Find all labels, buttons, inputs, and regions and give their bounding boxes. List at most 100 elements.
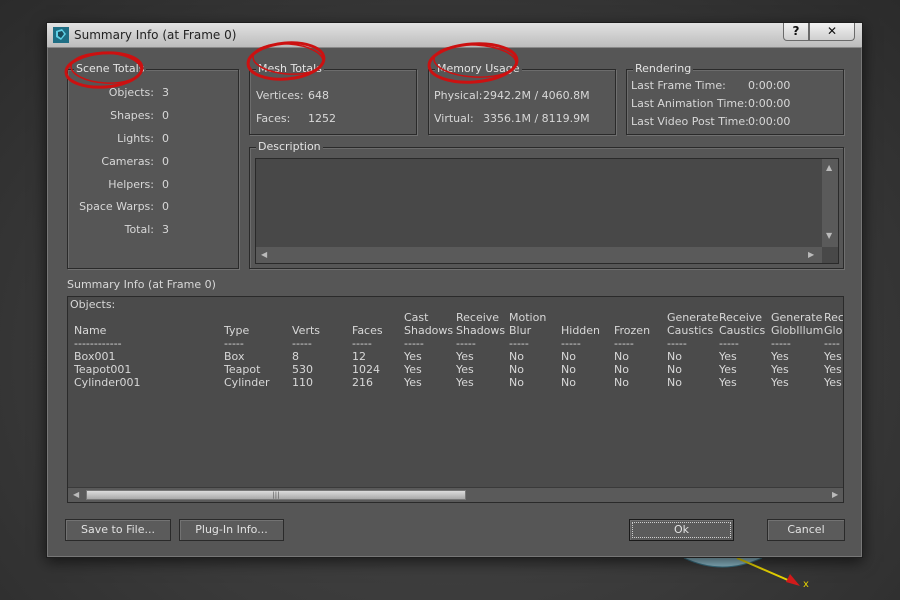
space-warps-value: 0 [162,200,169,213]
report-scroll-right-arrow-icon[interactable]: ▶ [832,490,838,499]
lights-value: 0 [162,132,169,145]
report-cell: 110 [292,376,313,389]
report-cell: No [561,376,576,389]
report-column-header: Generate Caustics [667,311,719,337]
report-column-header: Verts [292,324,321,337]
report-cell: 1024 [352,363,380,376]
report-column-header: Receive Shadows [456,311,506,337]
shapes-value: 0 [162,109,169,122]
last-frame-time-label: Last Frame Time: [631,79,726,92]
report-column-separator: ----- [224,337,244,350]
thumb-grip: ||| [272,491,280,499]
summary-info-dialog: Summary Info (at Frame 0) ? ✕ Scene Tota… [46,22,863,558]
save-to-file-button[interactable]: Save to File... [65,519,171,541]
report-cell: No [667,376,682,389]
helpers-label: Helpers: [108,178,154,191]
report-cell: Yes [824,376,842,389]
report-column-separator: ----- [667,337,687,350]
report-column-header: Cast Shadows [404,311,454,337]
report-cell: No [614,350,629,363]
report-cell: Yes [771,350,789,363]
description-title: Description [256,140,323,153]
helpers-value: 0 [162,178,169,191]
report-cell: No [561,363,576,376]
report-cell: Yes [719,376,737,389]
faces-value: 1252 [308,112,336,125]
scroll-left-arrow-icon[interactable]: ◀ [261,250,267,259]
report-column-header: Generate GlobIllum [771,311,824,337]
report-section-label: Summary Info (at Frame 0) [67,278,216,291]
report-column-separator: ----- [292,337,312,350]
summary-report-textbox[interactable]: Objects: Name ------------ Box001 Teapot001… [67,296,844,503]
rendering-title: Rendering [633,62,694,75]
objects-heading: Objects: [70,298,116,311]
last-frame-time-value: 0:00:00 [748,79,791,92]
title-bar[interactable]: Summary Info (at Frame 0) ? ✕ [47,23,862,48]
report-cell: Yes [456,363,474,376]
report-cell: No [614,376,629,389]
faces-label: Faces: [256,112,291,125]
description-vertical-scrollbar[interactable]: ▲ ▼ [822,159,838,247]
report-cell: 8 [292,350,299,363]
close-button[interactable]: ✕ [809,23,855,41]
report-cell: Yes [771,376,789,389]
total-value: 3 [162,223,169,236]
objects-label: Objects: [108,86,154,99]
report-column-header: Frozen [614,324,651,337]
cancel-button[interactable]: Cancel [767,519,845,541]
space-warps-label: Space Warps: [79,200,154,213]
report-column-separator: ----- [561,337,581,350]
report-column-separator: ----- [404,337,424,350]
memory-usage-group: Memory Usage Physical: 2942.2M / 4060.8M… [428,62,616,135]
report-horizontal-scrollbar[interactable]: ◀ ||| ▶ [68,487,843,502]
report-column-header: Receive Caustics [719,311,766,337]
report-column-header: Hidden [561,324,601,337]
report-column-header: Type [224,324,250,337]
lights-label: Lights: [117,132,154,145]
help-button[interactable]: ? [783,23,809,41]
plugin-info-button[interactable]: Plug-In Info... [179,519,284,541]
memory-usage-title: Memory Usage [435,62,522,75]
report-column-separator: ------------ [74,337,122,350]
report-cell: Yes [404,350,422,363]
description-group: Description ▲ ▼ ◀ ▶ [249,140,844,269]
description-horizontal-scrollbar[interactable]: ◀ ▶ [256,247,822,263]
report-cell: 12 [352,350,366,363]
report-cell: Yes [719,363,737,376]
report-scroll-left-arrow-icon[interactable]: ◀ [73,490,79,499]
report-cell: No [561,350,576,363]
report-column-separator: ----- [614,337,634,350]
mesh-totals-group: Mesh Totals Vertices: 648 Faces: 1252 [249,62,417,135]
report-cell: Yes [824,363,842,376]
report-column-separator: ----- [719,337,739,350]
scroll-right-arrow-icon[interactable]: ▶ [808,250,814,259]
report-cell: No [509,376,524,389]
scene-totals-group: Scene Totals Objects: 3 Shapes: 0 Lights… [67,62,239,269]
rendering-group: Rendering Last Frame Time: 0:00:00 Last … [626,62,844,135]
description-textarea[interactable]: ▲ ▼ ◀ ▶ [255,158,839,264]
report-cell: No [509,363,524,376]
last-video-post-time-label: Last Video Post Time: [631,115,749,128]
mesh-totals-title: Mesh Totals [256,62,324,75]
report-column-separator: ----- [771,337,791,350]
report-cell: 216 [352,376,373,389]
physical-label: Physical: [434,89,483,102]
report-cell: Box001 [74,350,116,363]
last-video-post-time-value: 0:00:00 [748,115,791,128]
report-cell: Cylinder [224,376,270,389]
3dsmax-app-icon [53,27,69,43]
scene-totals-title: Scene Totals [74,62,147,75]
last-animation-time-value: 0:00:00 [748,97,791,110]
report-cell: Teapot [224,363,261,376]
total-label: Total: [124,223,154,236]
cameras-value: 0 [162,155,169,168]
ok-button[interactable]: Ok [629,519,734,541]
scroll-down-arrow-icon[interactable]: ▼ [826,231,832,240]
report-cell: Teapot001 [74,363,132,376]
report-scroll-thumb[interactable]: ||| [86,490,466,500]
report-cell: Yes [404,363,422,376]
report-cell: Yes [456,376,474,389]
shapes-label: Shapes: [110,109,154,122]
scroll-up-arrow-icon[interactable]: ▲ [826,163,832,172]
cameras-label: Cameras: [101,155,154,168]
